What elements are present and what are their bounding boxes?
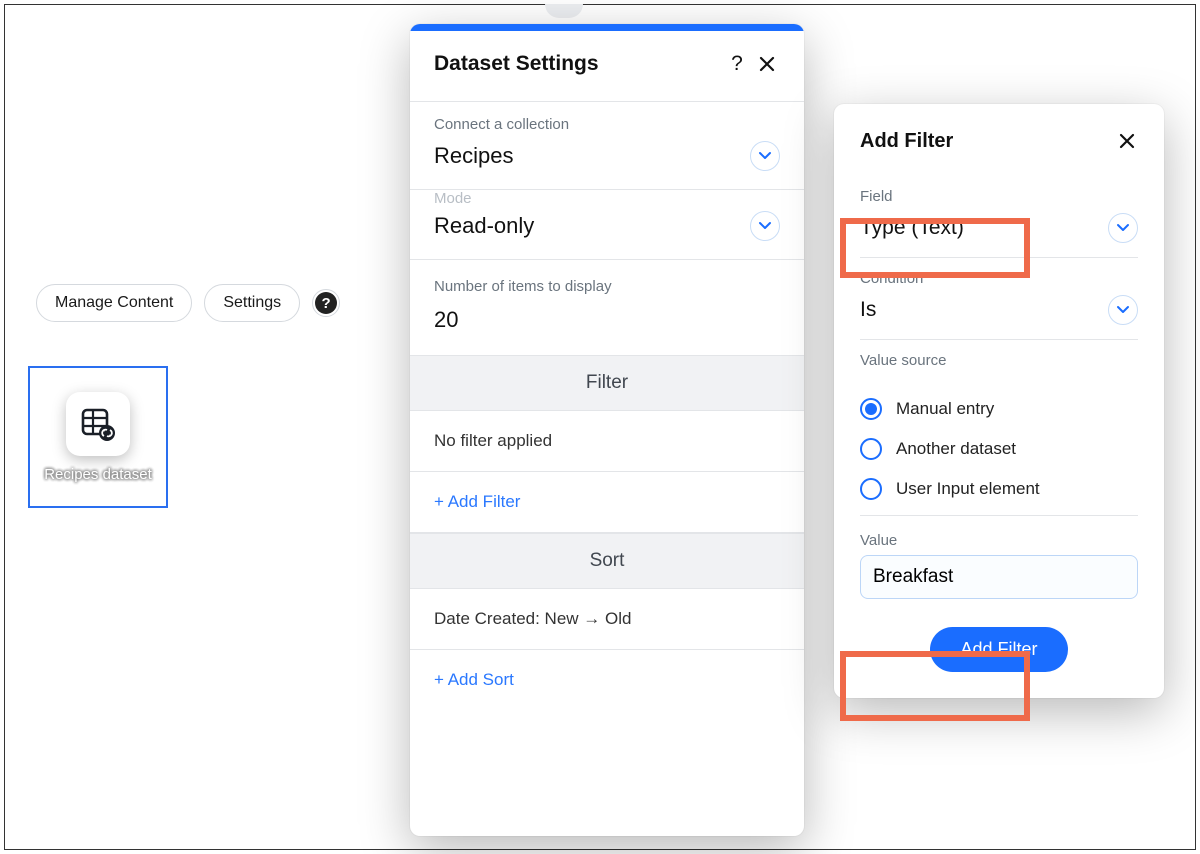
filter-section-header: Filter [410,355,804,411]
field-label: Value source [860,352,1138,369]
collection-dropdown[interactable] [750,141,780,171]
radio-icon [860,438,882,460]
dataset-toolbar: Manage Content Settings ? [36,284,340,322]
radio-manual-entry[interactable]: Manual entry [860,389,1138,429]
filter-field-section: Field Type (Text) [860,176,1138,258]
mode-label-cut: Mode [434,190,780,207]
panel-help-icon[interactable]: ? [722,49,752,79]
sort-row: Date Created: New → Old [410,589,804,650]
dataset-node-label: Recipes dataset [44,466,152,483]
radio-icon [860,398,882,420]
value-source-radio-group: Manual entry Another dataset User Input … [860,377,1138,515]
dataset-settings-panel: Dataset Settings ? Connect a collection … [410,24,804,836]
help-button[interactable]: ? [312,289,340,317]
panel-header: Add Filter [834,104,1164,176]
connect-collection-field: Connect a collection Recipes [410,102,804,189]
radio-label: Manual entry [896,399,994,419]
radio-another-dataset[interactable]: Another dataset [860,429,1138,469]
question-icon: ? [315,292,337,314]
radio-icon [860,478,882,500]
add-filter-link[interactable]: + Add Filter [410,472,804,533]
manage-content-button[interactable]: Manage Content [36,284,192,322]
mode-field: Mode Read-only [410,190,804,259]
close-icon[interactable] [752,49,782,79]
add-filter-panel: Add Filter Field Type (Text) Condition I… [834,104,1164,698]
mode-value: Read-only [434,213,750,239]
add-filter-button[interactable]: Add Filter [930,627,1067,672]
panel-title: Add Filter [860,130,1112,153]
value-source-section: Value source Manual entry Another datase… [860,340,1138,516]
collection-value: Recipes [434,143,750,169]
settings-button[interactable]: Settings [204,284,300,322]
num-items-field: Number of items to display 20 [410,260,804,355]
filter-condition-section: Condition Is [860,258,1138,340]
filter-value-input[interactable] [860,555,1138,599]
filter-none-row: No filter applied [410,411,804,472]
add-sort-link[interactable]: + Add Sort [410,650,804,710]
mode-dropdown[interactable] [750,211,780,241]
panel-title: Dataset Settings [434,52,722,76]
field-label: Condition [860,270,1138,287]
field-label: Field [860,188,1138,205]
close-icon[interactable] [1112,126,1142,156]
radio-user-input-element[interactable]: User Input element [860,469,1138,509]
radio-label: User Input element [896,479,1040,499]
filter-field-dropdown[interactable] [1108,213,1138,243]
radio-label: Another dataset [896,439,1016,459]
filter-field-value: Type (Text) [860,216,1108,240]
dataset-node[interactable]: Recipes dataset [28,366,168,508]
num-items-value: 20 [434,307,780,333]
dataset-icon [66,392,130,456]
filter-condition-dropdown[interactable] [1108,295,1138,325]
field-label: Number of items to display [434,278,780,295]
panel-accent-bar [410,24,804,31]
sort-section-header: Sort [410,533,804,589]
filter-condition-value: Is [860,298,1108,322]
panel-header: Dataset Settings ? [410,31,804,101]
field-label: Connect a collection [434,116,780,133]
value-label: Value [860,532,1138,549]
